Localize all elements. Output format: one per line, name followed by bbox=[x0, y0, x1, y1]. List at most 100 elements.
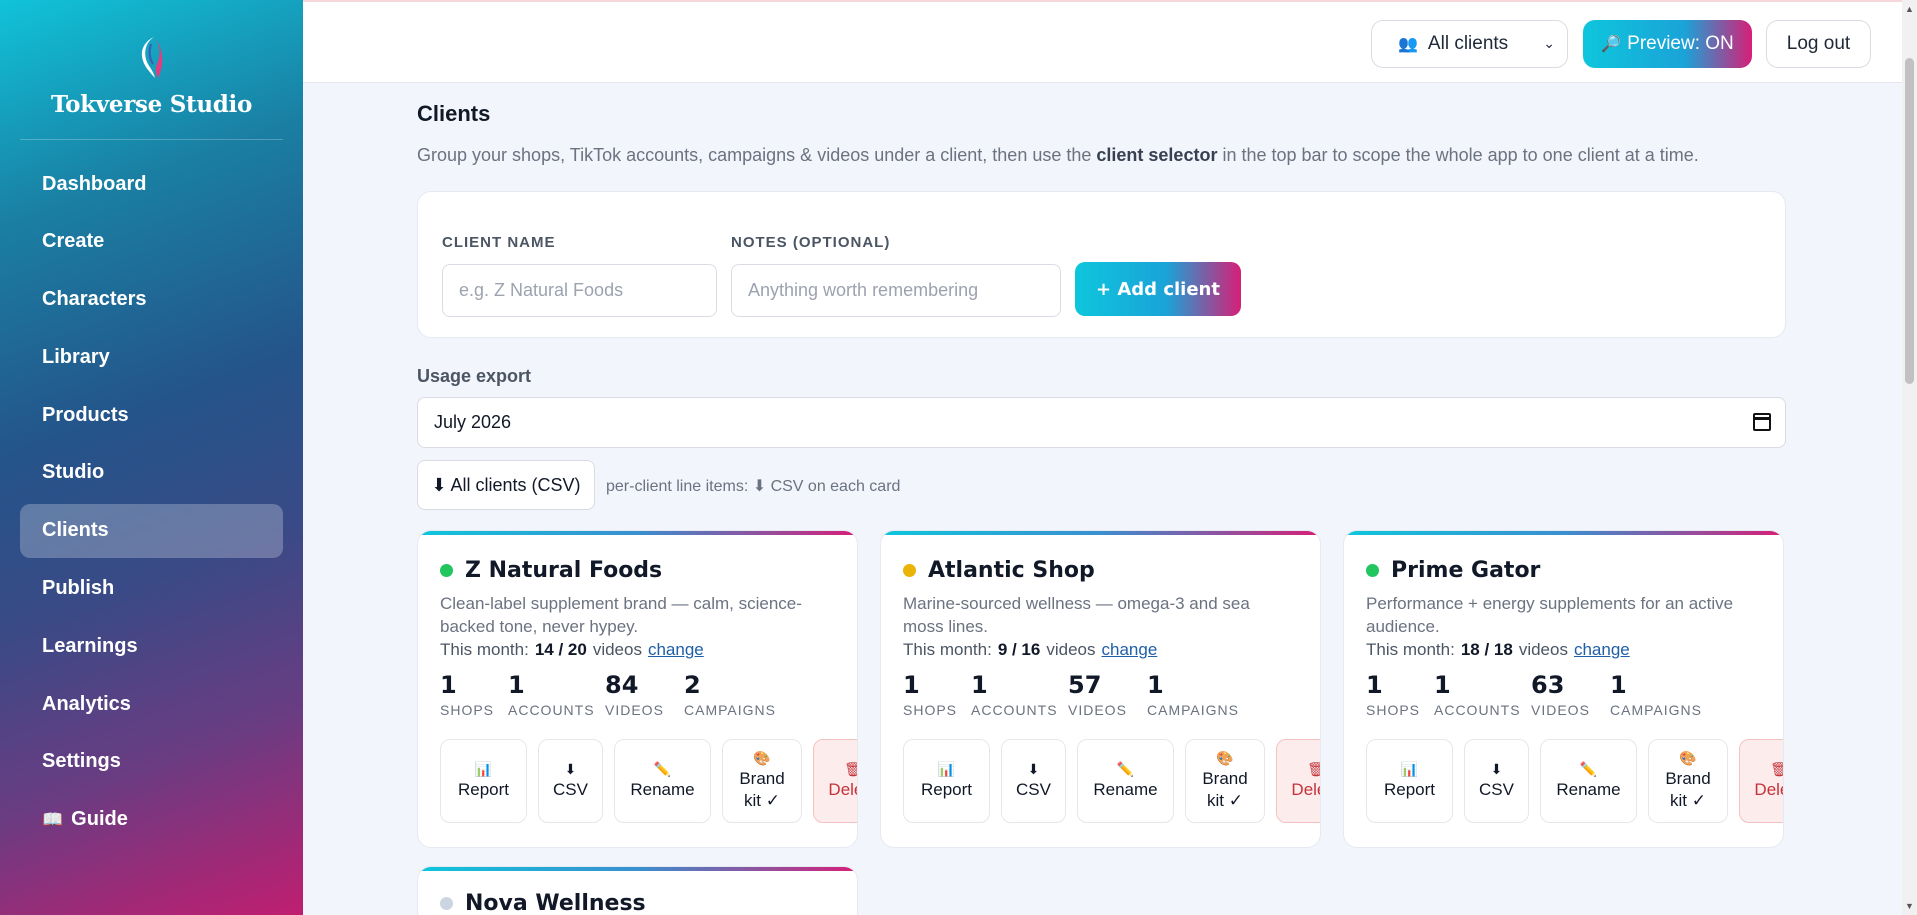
notes-input[interactable]: Anything worth remembering bbox=[731, 264, 1061, 317]
sidebar-item-studio[interactable]: Studio bbox=[20, 446, 283, 500]
report-button[interactable]: 📊 Report bbox=[1366, 739, 1453, 823]
sidebar-item-label: Guide bbox=[71, 808, 128, 831]
sidebar-item-products[interactable]: Products bbox=[20, 388, 283, 442]
stat-label: CAMPAIGNS bbox=[1147, 702, 1239, 718]
download-icon: ⬇ bbox=[1027, 761, 1040, 777]
rename-button[interactable]: ✏️ Rename bbox=[614, 739, 711, 823]
sidebar-item-label: Dashboard bbox=[42, 172, 147, 195]
sidebar-item-label: Studio bbox=[42, 461, 105, 484]
client-description: Clean-label supplement brand — calm, sci… bbox=[440, 594, 802, 636]
client-stats: 1 SHOPS 1 ACCOUNTS 84 VIDEOS 2 CAMPAIGNS bbox=[440, 671, 776, 718]
delete-button[interactable]: 🗑 Delete bbox=[1739, 739, 1783, 823]
preview-toggle-button[interactable]: 🔎 Preview: ON bbox=[1583, 20, 1752, 68]
stat-value: 1 bbox=[903, 671, 920, 699]
sidebar-item-publish[interactable]: Publish bbox=[20, 562, 283, 616]
sidebar-item-label: Analytics bbox=[42, 692, 131, 715]
stat-accounts: 1 ACCOUNTS bbox=[508, 671, 605, 718]
stat-value: 2 bbox=[684, 671, 701, 699]
client-month-usage: This month: 14 / 20 videos change bbox=[440, 640, 704, 660]
rename-button[interactable]: ✏️ Rename bbox=[1077, 739, 1174, 823]
sidebar-item-dashboard[interactable]: Dashboard bbox=[20, 157, 283, 211]
page-scrollbar[interactable]: ▲ ▼ bbox=[1902, 0, 1917, 915]
stat-label: ACCOUNTS bbox=[971, 702, 1058, 718]
sidebar-item-learnings[interactable]: Learnings bbox=[20, 619, 283, 673]
client-name: Nova Wellness bbox=[465, 891, 646, 915]
sidebar-item-settings[interactable]: Settings bbox=[20, 735, 283, 789]
client-name: Atlantic Shop bbox=[928, 558, 1095, 583]
palette-icon: 🎨 bbox=[1216, 750, 1234, 766]
add-client-button[interactable]: + Add client bbox=[1075, 262, 1241, 316]
page-description: Group your shops, TikTok accounts, campa… bbox=[417, 145, 1699, 166]
rename-button[interactable]: ✏️ Rename bbox=[1540, 739, 1637, 823]
client-name-input[interactable]: e.g. Z Natural Foods bbox=[442, 264, 717, 317]
stat-accounts: 1 ACCOUNTS bbox=[1434, 671, 1531, 718]
sidebar-item-clients[interactable]: Clients bbox=[20, 503, 283, 558]
brand[interactable]: Tokverse Studio bbox=[0, 34, 303, 118]
client-name: Z Natural Foods bbox=[465, 558, 663, 583]
month-value: July 2026 bbox=[434, 412, 512, 432]
delete-label: Delete bbox=[828, 780, 857, 799]
delete-button[interactable]: 🗑 Delete bbox=[1276, 739, 1320, 823]
stat-value: 1 bbox=[1610, 671, 1627, 699]
sidebar-item-guide[interactable]: 📖 Guide bbox=[20, 793, 283, 847]
client-card: Prime Gator Performance + energy supplem… bbox=[1343, 530, 1784, 848]
delete-button[interactable]: 🗑 Delete bbox=[813, 739, 857, 823]
stat-label: VIDEOS bbox=[1531, 702, 1590, 718]
client-name: Prime Gator bbox=[1391, 558, 1541, 583]
csv-label: CSV bbox=[1016, 780, 1051, 799]
report-button[interactable]: 📊 Report bbox=[903, 739, 990, 823]
client-month-usage: This month: 18 / 18 videos change bbox=[1366, 640, 1630, 660]
stat-value: 63 bbox=[1531, 671, 1565, 699]
brand-kit-button[interactable]: 🎨 Brand kit ✓ bbox=[1185, 739, 1265, 823]
csv-button[interactable]: ⬇ CSV bbox=[1464, 739, 1529, 823]
sidebar-item-create[interactable]: Create bbox=[20, 215, 283, 269]
sidebar-item-characters[interactable]: Characters bbox=[20, 273, 283, 327]
sidebar-item-library[interactable]: Library bbox=[20, 330, 283, 384]
csv-button[interactable]: ⬇ CSV bbox=[538, 739, 603, 823]
export-all-csv-button[interactable]: ⬇ All clients (CSV) bbox=[417, 460, 595, 510]
tokverse-logo-icon bbox=[141, 37, 162, 78]
chart-icon: 📊 bbox=[474, 761, 493, 777]
scroll-up-arrow-icon[interactable]: ▲ bbox=[1905, 4, 1914, 14]
stat-campaigns: 1 CAMPAIGNS bbox=[1610, 671, 1702, 718]
month-suffix: videos bbox=[1518, 640, 1568, 659]
month-usage-value: 9 / 16 bbox=[997, 640, 1041, 659]
stat-shops: 1 SHOPS bbox=[1366, 671, 1434, 718]
change-quota-link[interactable]: change bbox=[1574, 640, 1630, 659]
client-card: Z Natural Foods Clean-label supplement b… bbox=[417, 530, 858, 848]
sidebar-item-label: Clients bbox=[42, 519, 109, 542]
app-name: Tokverse Studio bbox=[50, 91, 253, 118]
notes-label: NOTES (OPTIONAL) bbox=[731, 234, 891, 251]
month-picker[interactable]: July 2026 bbox=[417, 397, 1786, 448]
status-dot bbox=[1366, 564, 1379, 577]
client-selector[interactable]: 👥 All clients ⌄ bbox=[1371, 20, 1568, 68]
month-prefix: This month: bbox=[440, 640, 529, 659]
change-quota-link[interactable]: change bbox=[1102, 640, 1158, 659]
usage-export-label: Usage export bbox=[417, 366, 532, 386]
scroll-thumb[interactable] bbox=[1905, 58, 1914, 384]
sidebar-item-analytics[interactable]: Analytics bbox=[20, 677, 283, 731]
search-icon: 🔎 bbox=[1601, 36, 1622, 53]
client-actions: 📊 Report ⬇ CSV ✏️ Rename 🎨 Brand kit ✓ 🗑 Delet… bbox=[903, 739, 1320, 823]
sidebar-item-label: Create bbox=[42, 230, 105, 253]
month-suffix: videos bbox=[592, 640, 642, 659]
delete-label: Delete bbox=[1754, 780, 1783, 799]
scroll-down-arrow-icon[interactable]: ▼ bbox=[1905, 901, 1914, 911]
chart-icon: 📊 bbox=[937, 761, 956, 777]
client-title: Z Natural Foods bbox=[440, 558, 662, 583]
pencil-icon: ✏️ bbox=[1579, 761, 1598, 777]
pencil-icon: ✏️ bbox=[653, 761, 672, 777]
calendar-icon[interactable] bbox=[1753, 413, 1771, 431]
trash-icon: 🗑 bbox=[1770, 761, 1783, 777]
sidebar-item-label: Library bbox=[42, 345, 110, 368]
change-quota-link[interactable]: change bbox=[648, 640, 704, 659]
logout-button[interactable]: Log out bbox=[1766, 20, 1871, 68]
report-button[interactable]: 📊 Report bbox=[440, 739, 527, 823]
brand-kit-status: kit ✓ bbox=[1670, 791, 1706, 810]
csv-hint: per-client line items: ⬇ CSV on each car… bbox=[606, 478, 901, 495]
stat-label: VIDEOS bbox=[1068, 702, 1127, 718]
chevron-down-icon: ⌄ bbox=[1543, 35, 1555, 51]
brand-kit-button[interactable]: 🎨 Brand kit ✓ bbox=[1648, 739, 1728, 823]
brand-kit-button[interactable]: 🎨 Brand kit ✓ bbox=[722, 739, 802, 823]
csv-button[interactable]: ⬇ CSV bbox=[1001, 739, 1066, 823]
